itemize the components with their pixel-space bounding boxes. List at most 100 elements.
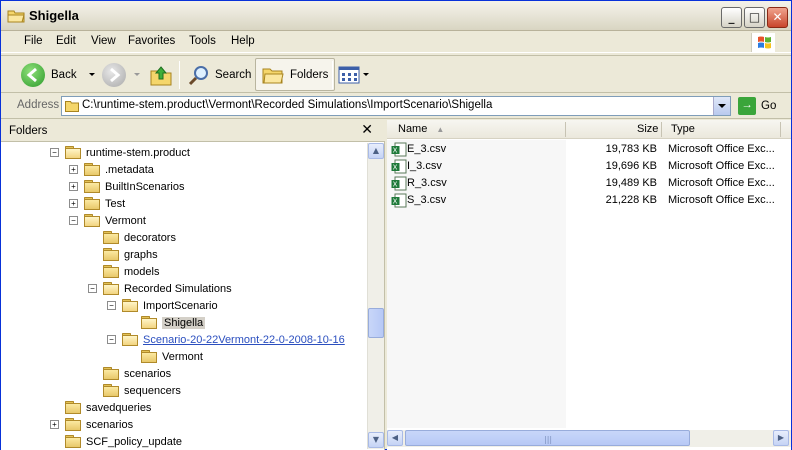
windows-logo — [751, 33, 775, 52]
address-input[interactable]: C:\runtime-stem.product\Vermont\Recorded… — [61, 96, 731, 116]
folder-icon — [65, 418, 81, 431]
up-folder-button[interactable] — [149, 58, 173, 91]
forward-button[interactable] — [102, 58, 140, 91]
tree-item[interactable]: − Scenario-20-22Vermont-22-0-2008-10-16 — [107, 331, 345, 348]
close-button[interactable]: ✕ — [767, 7, 788, 28]
file-type: Microsoft Office Exc... — [668, 194, 775, 206]
tree-item-selected[interactable]: Shigella — [141, 314, 206, 331]
menu-tools[interactable]: Tools — [189, 35, 216, 47]
folder-icon — [103, 248, 119, 261]
menu-view[interactable]: View — [91, 35, 116, 47]
maximize-button[interactable]: □ — [744, 7, 765, 28]
minimize-button[interactable]: _ — [721, 7, 742, 28]
tree-item[interactable]: + scenarios — [50, 416, 133, 433]
column-type[interactable]: Type — [671, 123, 695, 135]
column-name[interactable]: Name ▲ — [398, 123, 444, 135]
forward-dropdown-icon[interactable] — [134, 73, 140, 76]
collapse-icon[interactable]: − — [107, 335, 116, 344]
folder-tree: − runtime-stem.product + .metadata + Bui… — [1, 143, 365, 449]
collapse-icon[interactable]: − — [50, 148, 59, 157]
tree-item[interactable]: + BuiltInScenarios — [69, 178, 185, 195]
tree-item[interactable]: + .metadata — [69, 161, 154, 178]
tree-item[interactable]: models — [103, 263, 159, 280]
file-list-hscrollbar[interactable]: ◀ ||| ▶ — [387, 430, 791, 447]
tree-item-label: Vermont — [105, 214, 146, 227]
tree-item[interactable]: graphs — [103, 246, 158, 263]
menu-edit[interactable]: Edit — [56, 35, 76, 47]
menu-edit-label: Edit — [56, 35, 76, 47]
menu-help-label: Help — [231, 35, 255, 47]
column-divider[interactable] — [661, 122, 662, 137]
views-dropdown-icon — [363, 73, 369, 76]
expand-icon[interactable]: + — [69, 182, 78, 191]
file-name: E_3.csv — [407, 143, 447, 155]
file-name: I_3.csv — [407, 160, 442, 172]
menu-help[interactable]: Help — [231, 35, 255, 47]
menu-favorites[interactable]: Favorites — [128, 35, 175, 47]
scroll-right-icon[interactable]: ▶ — [773, 430, 789, 446]
column-name-label: Name — [398, 123, 428, 135]
menu-file-label: File — [24, 35, 43, 47]
tree-item[interactable]: Vermont — [141, 348, 203, 365]
windows-flag-icon — [758, 36, 771, 49]
tree-item-label: Test — [105, 197, 126, 210]
column-divider[interactable] — [565, 122, 566, 137]
expand-icon[interactable]: + — [69, 165, 78, 174]
list-item[interactable]: X I_3.csv 19,696 KB Microsoft Office Exc… — [387, 158, 791, 175]
folders-header: Folders ✕ — [1, 120, 385, 142]
scroll-down-icon[interactable]: ▼ — [368, 432, 384, 448]
close-folders-pane-icon[interactable]: ✕ — [361, 122, 373, 138]
column-size[interactable]: Size — [637, 123, 658, 135]
scrollbar-thumb[interactable] — [368, 308, 384, 338]
tree-item[interactable]: + Test — [69, 195, 125, 212]
folder-icon — [84, 197, 100, 210]
scroll-up-icon[interactable]: ▲ — [368, 143, 384, 159]
collapse-icon[interactable]: − — [69, 216, 78, 225]
tree-item-label: Recorded Simulations — [124, 282, 232, 295]
address-bar: Address C:\runtime-stem.product\Vermont\… — [1, 94, 791, 119]
list-item[interactable]: X S_3.csv 21,228 KB Microsoft Office Exc… — [387, 192, 791, 209]
column-divider[interactable] — [780, 122, 781, 137]
folder-icon — [65, 401, 81, 414]
menu-file[interactable]: File — [24, 35, 43, 47]
file-size: 19,489 KB — [605, 177, 657, 189]
list-item[interactable]: X R_3.csv 19,489 KB Microsoft Office Exc… — [387, 175, 791, 192]
menu-bar: File Edit View Favorites Tools Help — [1, 32, 791, 53]
views-button[interactable] — [338, 58, 369, 91]
scrollbar-thumb[interactable]: ||| — [405, 430, 690, 446]
chevron-down-icon — [718, 104, 726, 108]
tree-item[interactable]: SCF_policy_update — [65, 433, 182, 449]
list-item[interactable]: X E_3.csv 19,783 KB Microsoft Office Exc… — [387, 141, 791, 158]
tree-item[interactable]: scenarios — [103, 365, 171, 382]
tree-item[interactable]: − runtime-stem.product — [50, 144, 190, 161]
tree-item[interactable]: decorators — [103, 229, 176, 246]
file-list-pane: Name ▲ Size Type X E_3.csv 19,783 KB Mic… — [387, 120, 791, 450]
tree-item[interactable]: − Vermont — [69, 212, 146, 229]
collapse-icon[interactable]: − — [107, 301, 116, 310]
toolbar-separator — [179, 61, 180, 89]
excel-csv-icon: X — [391, 159, 407, 174]
tree-item[interactable]: − Recorded Simulations — [88, 280, 232, 297]
search-button[interactable]: Search — [187, 58, 251, 91]
excel-csv-icon: X — [391, 193, 407, 208]
menu-favorites-label: Favorites — [128, 35, 176, 47]
tree-item-label: scenarios — [124, 367, 172, 380]
address-dropdown-button[interactable] — [713, 97, 730, 115]
tree-item[interactable]: − ImportScenario — [107, 297, 218, 314]
tree-item-label: decorators — [124, 231, 176, 244]
expand-icon[interactable]: + — [69, 199, 78, 208]
folders-button[interactable]: Folders — [255, 58, 336, 91]
window-title: Shigella — [29, 8, 79, 23]
scroll-left-icon[interactable]: ◀ — [387, 430, 403, 446]
tree-item[interactable]: savedqueries — [65, 399, 151, 416]
folder-tree-scrollbar[interactable]: ▲ ▼ — [367, 143, 384, 449]
back-dropdown-icon[interactable] — [88, 73, 95, 76]
tree-item[interactable]: sequencers — [103, 382, 181, 399]
title-bar[interactable]: Shigella _ □ ✕ — [1, 1, 791, 31]
expand-icon[interactable]: + — [50, 420, 59, 429]
tree-item-label: Vermont — [162, 350, 203, 363]
go-button[interactable]: → Go — [738, 96, 776, 116]
toolbar-separator — [332, 61, 333, 89]
collapse-icon[interactable]: − — [88, 284, 97, 293]
back-button[interactable]: Back — [21, 58, 95, 91]
